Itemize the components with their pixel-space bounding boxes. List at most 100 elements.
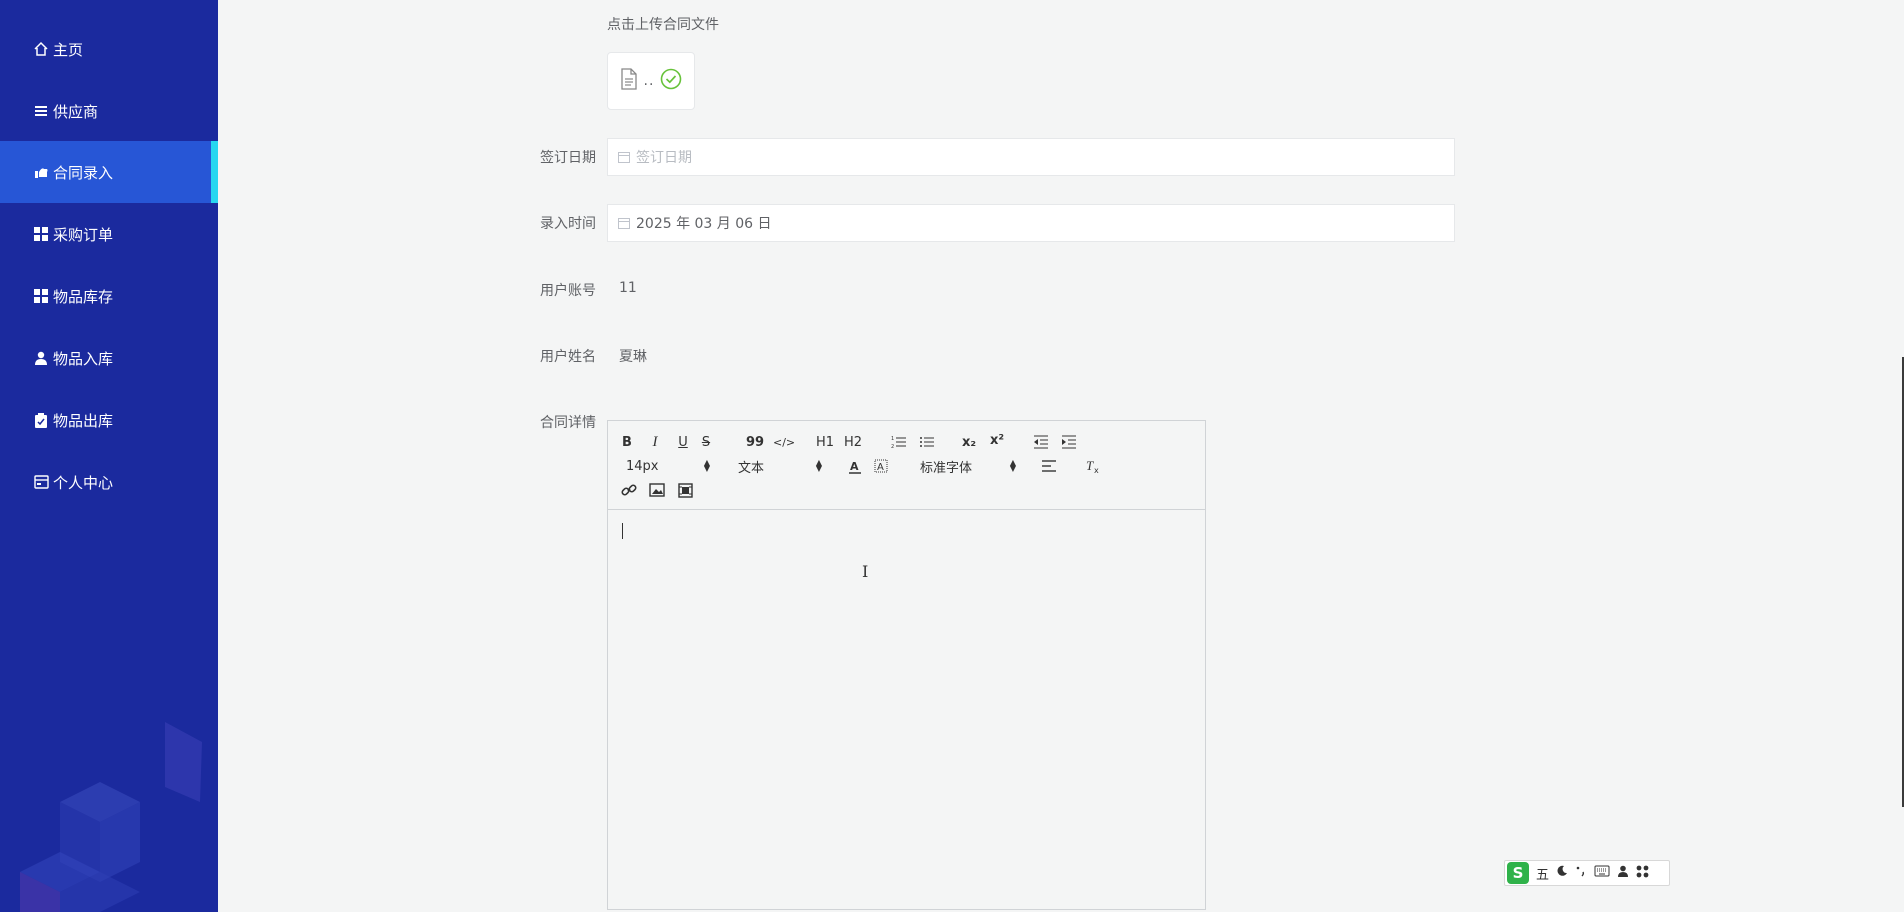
link-icon: [621, 484, 637, 496]
sidebar-item-supplier[interactable]: 供应商: [0, 80, 218, 142]
text-cursor: [622, 523, 623, 539]
svg-text:A: A: [850, 460, 859, 473]
superscript-button[interactable]: x²: [988, 431, 1006, 449]
video-icon: [677, 482, 693, 498]
align-left-icon: [1042, 460, 1056, 472]
contract-detail-label: 合同详情: [540, 415, 596, 431]
code-block-button[interactable]: </>: [773, 433, 795, 451]
outdent-icon: [1034, 435, 1048, 449]
font-color-icon: A: [849, 460, 861, 474]
file-name: ..: [643, 73, 655, 89]
font-color-button[interactable]: A: [846, 457, 864, 475]
punctuation-icon[interactable]: [1575, 865, 1587, 881]
apps-icon[interactable]: [1636, 865, 1649, 882]
header-select[interactable]: 文本 ▲ ▼: [738, 457, 822, 476]
italic-button[interactable]: I: [646, 433, 664, 451]
font-family-select[interactable]: 标准字体 ▲ ▼: [920, 457, 1016, 476]
link-button[interactable]: [620, 481, 638, 499]
hand-icon: [32, 163, 50, 181]
clear-format-button[interactable]: Tx: [1084, 457, 1102, 475]
grid-icon: [32, 225, 50, 243]
sign-date-label: 签订日期: [540, 150, 596, 166]
name-label: 用户姓名: [540, 349, 596, 365]
user-icon: [32, 349, 50, 367]
sidebar: 主页 供应商 合同录入 采购订单 物品库存 物品入库 物品出库 个人中心: [0, 0, 218, 912]
image-icon: [649, 483, 665, 497]
list-icon: [32, 102, 50, 120]
sidebar-item-label: 物品入库: [53, 349, 114, 368]
sidebar-item-label: 主页: [53, 40, 84, 59]
svg-text:1: 1: [891, 436, 894, 442]
background-color-button[interactable]: A: [872, 457, 890, 475]
svg-text:x: x: [1094, 466, 1099, 474]
strike-button[interactable]: S: [697, 433, 715, 451]
active-indicator: [211, 141, 218, 203]
sidebar-item-label: 采购订单: [53, 225, 114, 244]
font-size-select[interactable]: 14px ▲ ▼: [626, 457, 710, 475]
svg-text:2: 2: [891, 444, 894, 449]
mouse-ibeam-cursor: I: [862, 562, 869, 581]
ime-toolbar: S 五: [1504, 860, 1670, 886]
bullet-list-icon: [920, 437, 934, 447]
grid-icon: [32, 287, 50, 305]
clear-format-icon: Tx: [1086, 458, 1099, 474]
sign-date-input[interactable]: 签订日期: [607, 138, 1455, 176]
entry-time-input[interactable]: 2025 年 03 月 06 日: [607, 204, 1455, 242]
select-arrows-icon: ▲ ▼: [1009, 458, 1016, 473]
sidebar-item-label: 个人中心: [53, 473, 114, 492]
font-size-value: 14px: [626, 458, 659, 474]
svg-text:T: T: [1086, 458, 1094, 473]
sidebar-item-label: 物品库存: [53, 287, 114, 306]
entry-time-label: 录入时间: [540, 216, 596, 232]
keyboard-icon[interactable]: [1594, 865, 1610, 881]
sidebar-item-contract[interactable]: 合同录入: [0, 141, 218, 203]
ime-logo-icon[interactable]: S: [1507, 862, 1529, 884]
account-label: 用户账号: [540, 283, 596, 299]
blockquote-button[interactable]: 99: [746, 433, 764, 451]
user-icon[interactable]: [1617, 865, 1629, 881]
entry-time-value: 2025 年 03 月 06 日: [636, 216, 772, 232]
align-button[interactable]: [1040, 457, 1058, 475]
sidebar-item-inventory[interactable]: 物品库存: [0, 265, 218, 327]
home-icon: [32, 40, 50, 58]
uploaded-file-card[interactable]: ..: [607, 52, 695, 110]
card-icon: [32, 473, 50, 491]
account-value: 11: [619, 280, 637, 296]
name-value: 夏琳: [619, 349, 647, 365]
rich-text-editor: B I U S 99 </> H1 H2 12 x₂ x² 14px ▲ ▼ 文本…: [607, 420, 1206, 910]
background-color-icon: A: [874, 459, 888, 473]
check-circle-icon: [660, 68, 682, 94]
image-button[interactable]: [648, 481, 666, 499]
sidebar-item-stock-out[interactable]: 物品出库: [0, 389, 218, 451]
font-family-value: 标准字体: [920, 460, 973, 476]
h2-button[interactable]: H2: [844, 433, 862, 451]
sidebar-decoration: [20, 722, 202, 912]
subscript-button[interactable]: x₂: [960, 433, 978, 451]
indent-icon: [1062, 435, 1076, 449]
outdent-button[interactable]: [1032, 433, 1050, 451]
underline-button[interactable]: U: [674, 433, 692, 451]
sidebar-item-stock-in[interactable]: 物品入库: [0, 327, 218, 389]
ime-mode-label[interactable]: 五: [1536, 864, 1549, 883]
clipboard-icon: [32, 411, 50, 429]
editor-content-area[interactable]: [608, 510, 1205, 909]
sidebar-item-profile[interactable]: 个人中心: [0, 451, 218, 513]
document-icon: [620, 68, 638, 94]
sidebar-item-home[interactable]: 主页: [0, 18, 218, 80]
sidebar-item-label: 合同录入: [53, 163, 114, 182]
moon-icon[interactable]: [1556, 865, 1568, 881]
indent-button[interactable]: [1060, 433, 1078, 451]
video-button[interactable]: [676, 481, 694, 499]
calendar-icon: [618, 217, 630, 229]
bullet-list-button[interactable]: [918, 433, 936, 451]
svg-text:A: A: [877, 462, 884, 473]
select-arrows-icon: ▲ ▼: [815, 458, 822, 473]
header-select-value: 文本: [738, 460, 765, 476]
h1-button[interactable]: H1: [816, 433, 834, 451]
sidebar-item-purchase-order[interactable]: 采购订单: [0, 203, 218, 265]
sidebar-item-label: 供应商: [53, 102, 99, 121]
ordered-list-button[interactable]: 12: [890, 433, 908, 451]
editor-toolbar: B I U S 99 </> H1 H2 12 x₂ x² 14px ▲ ▼ 文本…: [608, 421, 1205, 510]
bold-button[interactable]: B: [618, 433, 636, 451]
sidebar-item-label: 物品出库: [53, 411, 114, 430]
